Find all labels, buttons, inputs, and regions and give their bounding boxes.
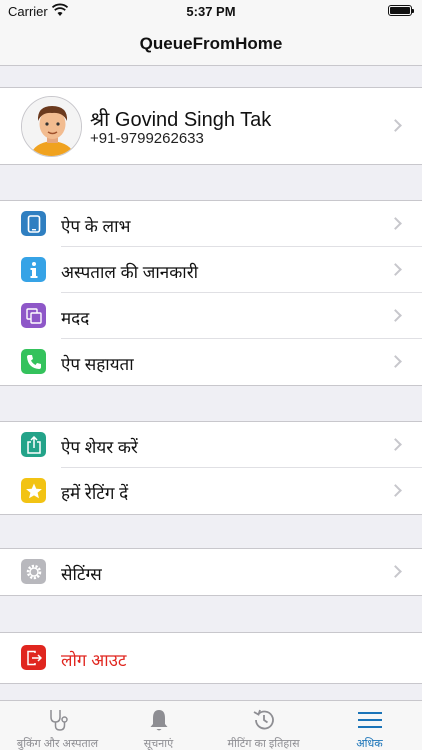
user-avatar-icon [22, 97, 81, 156]
chevron-right-icon [389, 438, 402, 451]
menu-item-share-app[interactable]: ऐप शेयर करें [0, 422, 422, 468]
chevron-right-icon [389, 355, 402, 368]
navigation-bar: QueueFromHome [0, 22, 422, 66]
menu-item-app-support[interactable]: ऐप सहायता [0, 339, 422, 385]
chevron-right-icon [389, 119, 402, 132]
menu-group-logout: लोग आउट [0, 632, 422, 684]
profile-phone: +91-9799262633 [90, 130, 204, 147]
phone-icon [21, 211, 46, 236]
tab-notifications[interactable]: सूचनाएं [106, 701, 211, 750]
menu-group-settings: सेटिंग्स [0, 548, 422, 596]
logout-icon [21, 645, 46, 670]
menu-item-label: हमें रेटिंग दें [61, 484, 129, 503]
history-icon [253, 709, 274, 730]
menu-item-label: मदद [61, 309, 90, 328]
menu-item-label: ऐप सहायता [61, 355, 134, 374]
tab-label: बुकिंग और अस्पताल [16, 738, 99, 750]
share-icon [21, 432, 46, 457]
tab-bar: बुकिंग और अस्पताल सूचनाएं मीटिंग का इतिह… [0, 700, 422, 750]
menu-item-settings[interactable]: सेटिंग्स [0, 549, 422, 595]
tab-label: मीटिंग का इतिहास [227, 738, 300, 750]
menu-item-label: ऐप के लाभ [61, 217, 131, 236]
menu-item-app-benefits[interactable]: ऐप के लाभ [0, 201, 422, 247]
page-title: QueueFromHome [139, 33, 283, 53]
chevron-right-icon [389, 309, 402, 322]
gear-icon [21, 559, 46, 584]
menu-icon [357, 712, 382, 728]
stethoscope-icon [49, 710, 68, 731]
menu-item-label: सेटिंग्स [61, 565, 102, 584]
avatar [21, 96, 82, 157]
logout-button[interactable]: लोग आउट [0, 633, 422, 683]
info-icon [21, 257, 46, 282]
copy-icon [21, 303, 46, 328]
clock: 5:37 PM [186, 4, 236, 19]
chevron-right-icon [389, 484, 402, 497]
tab-label: सूचनाएं [143, 738, 174, 750]
tab-meeting-history[interactable]: मीटिंग का इतिहास [211, 701, 316, 750]
menu-item-hospital-info[interactable]: अस्पताल की जानकारी [0, 247, 422, 293]
chevron-right-icon [389, 565, 402, 578]
bell-icon [150, 710, 167, 731]
menu-item-label: अस्पताल की जानकारी [61, 263, 199, 282]
tab-label: अधिक [356, 738, 383, 750]
chevron-right-icon [389, 217, 402, 230]
menu-item-help[interactable]: मदद [0, 293, 422, 339]
call-icon [21, 349, 46, 374]
menu-group-share: ऐप शेयर करें हमें रेटिंग दें [0, 421, 422, 515]
menu-item-label: ऐप शेयर करें [61, 438, 138, 457]
tab-more[interactable]: अधिक [317, 701, 422, 750]
profile-name: श्री Govind Singh Tak [90, 109, 272, 131]
chevron-right-icon [389, 263, 402, 276]
status-bar: Carrier 5:37 PM [0, 0, 422, 22]
battery-icon [388, 5, 414, 16]
menu-group-info: ऐप के लाभ अस्पताल की जानकारी मदद ऐप सहाय… [0, 200, 422, 386]
profile-row[interactable]: श्री Govind Singh Tak +91-9799262633 [0, 87, 422, 165]
logout-label: लोग आउट [61, 651, 127, 670]
star-icon [21, 478, 46, 503]
menu-item-rate-us[interactable]: हमें रेटिंग दें [0, 468, 422, 514]
tab-bookings[interactable]: बुकिंग और अस्पताल [5, 701, 110, 750]
